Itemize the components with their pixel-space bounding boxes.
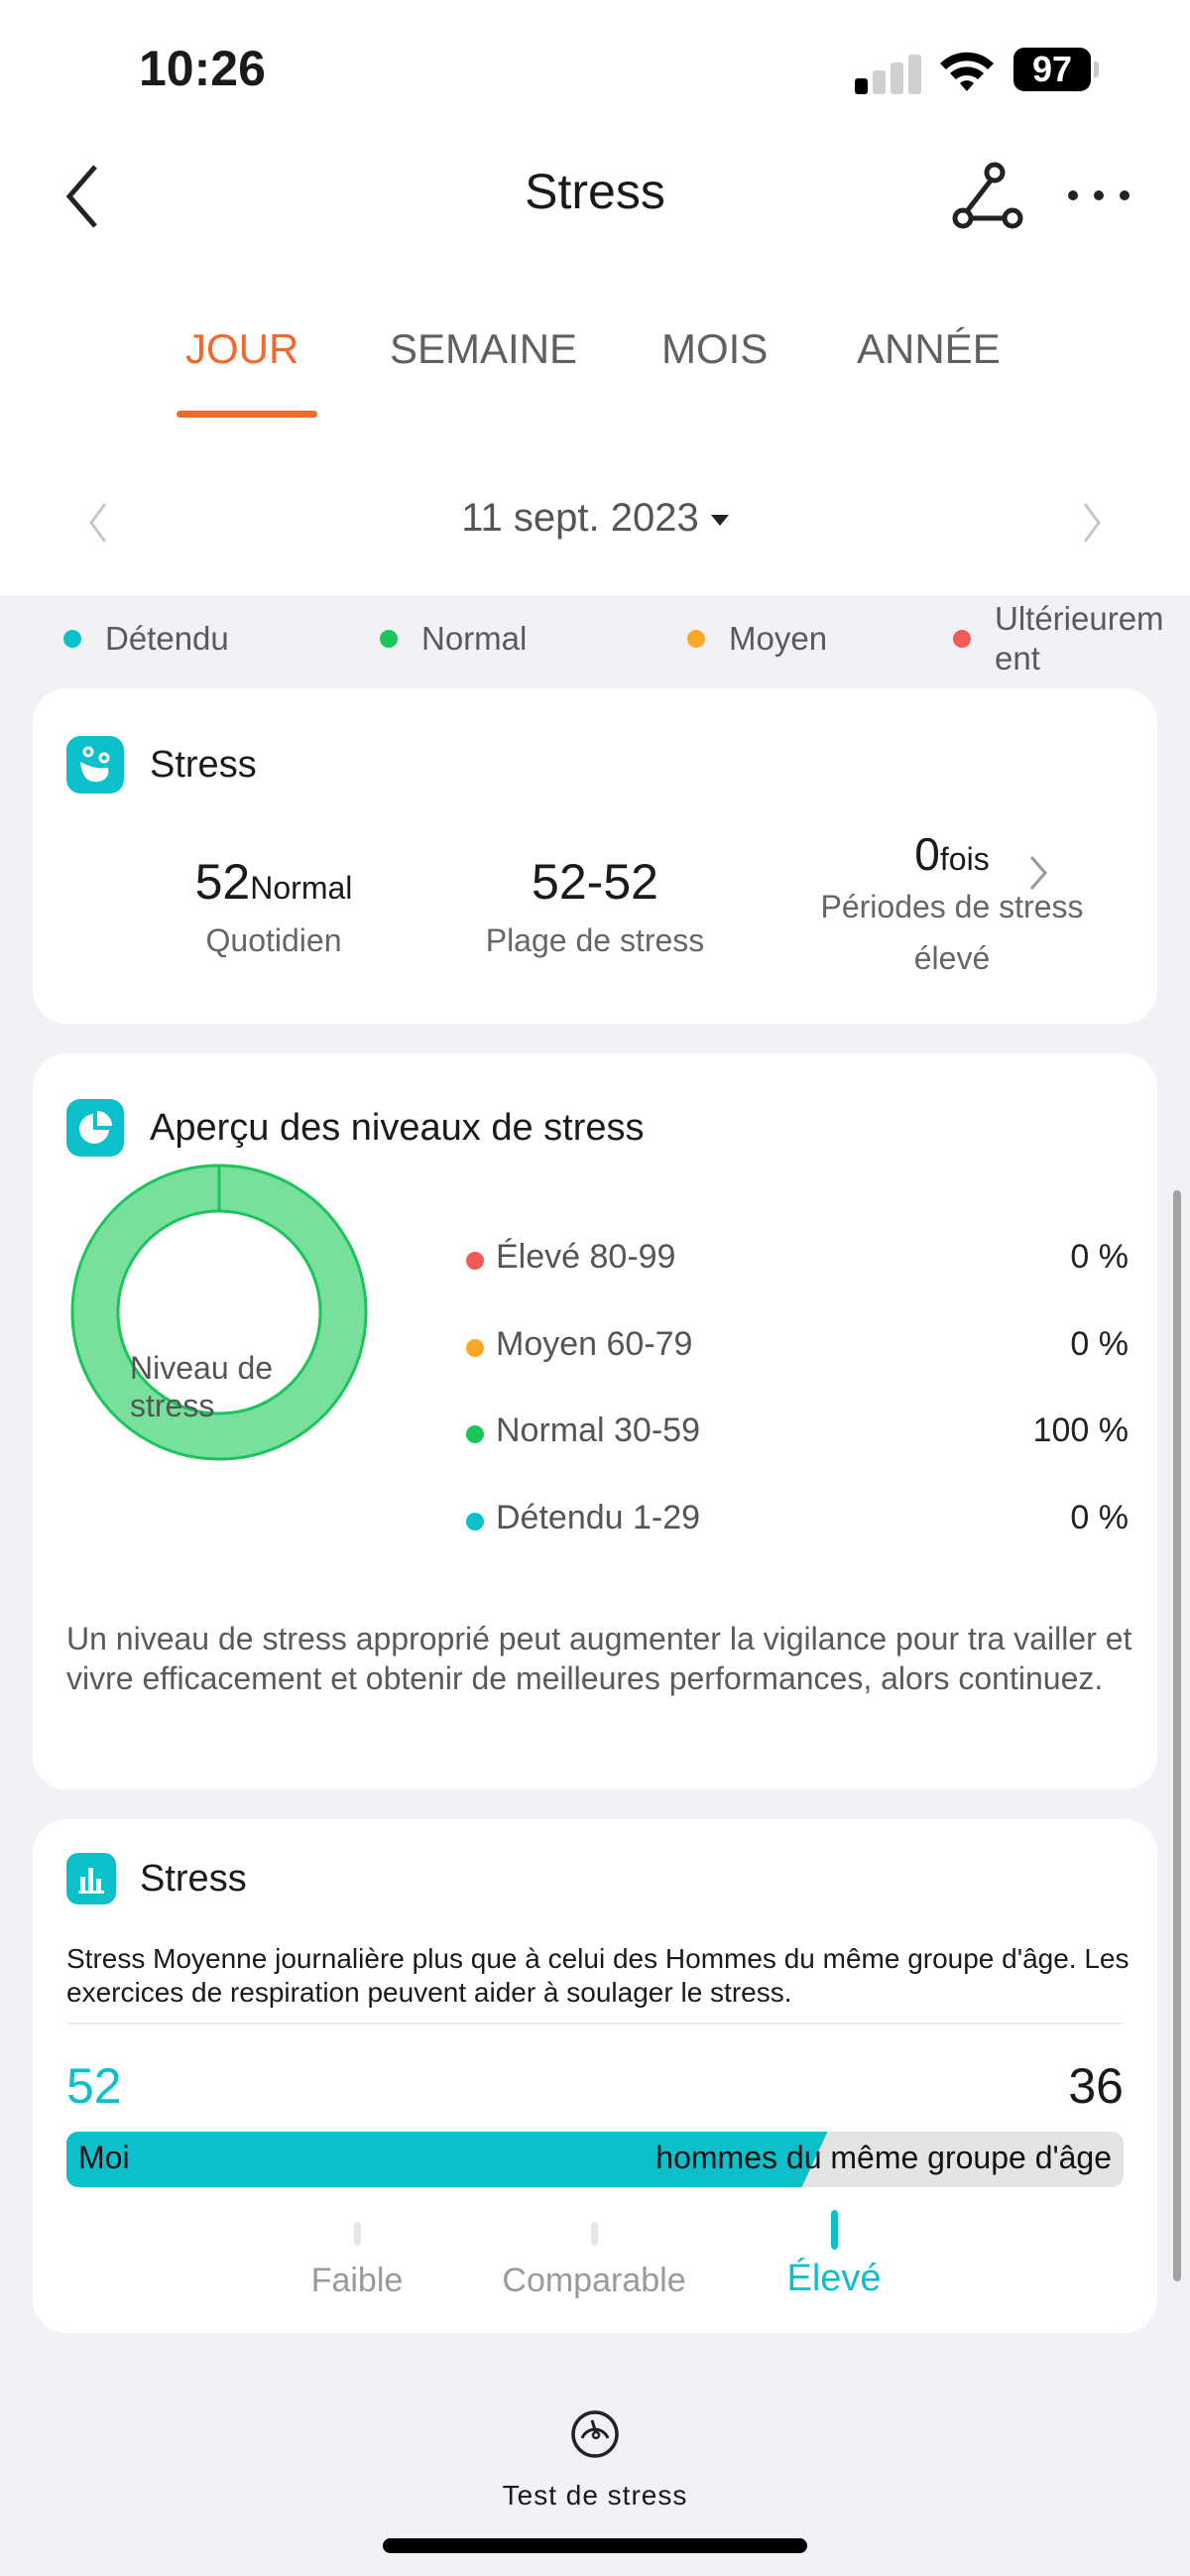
- scale-tick: [591, 2222, 598, 2246]
- tab-mois[interactable]: MOIS: [661, 325, 768, 373]
- level-row-detendu: Détendu 1-29 0 %: [434, 1495, 1129, 1544]
- stress-face-icon: [66, 736, 124, 794]
- scrollbar[interactable]: [1173, 1190, 1181, 2281]
- bar-label-peer: hommes du même groupe d'âge: [655, 2140, 1112, 2175]
- overview-description: Un niveau de stress approprié peut augme…: [66, 1621, 1132, 1696]
- stat-unit: Normal: [250, 870, 353, 906]
- status-time: 10:26: [139, 41, 266, 96]
- level-percent: 0 %: [1070, 1325, 1129, 1363]
- legend-label: Détendu: [105, 620, 229, 657]
- more-dots-icon[interactable]: [1061, 161, 1140, 230]
- bar-chart-icon: [66, 1853, 116, 1904]
- scale-tick-active: [831, 2210, 838, 2250]
- active-tab-indicator: [177, 411, 317, 418]
- stress-test-button[interactable]: Test de stress: [446, 2400, 744, 2519]
- card-header: Stress: [66, 736, 257, 794]
- nav-bar: Stress: [0, 139, 1190, 248]
- level-percent: 100 %: [1032, 1411, 1129, 1449]
- level-row-eleve: Élevé 80-99 0 %: [434, 1234, 1129, 1284]
- level-percent: 0 %: [1070, 1238, 1129, 1276]
- caret-down-icon: [710, 514, 729, 526]
- chevron-right-icon[interactable]: [1071, 498, 1111, 548]
- stat-range: 52-52 Plage de stress: [414, 853, 776, 966]
- level-row-moyen: Moyen 60-79 0 %: [434, 1321, 1129, 1371]
- comparison-text: Stress Moyenne journalière plus que à ce…: [66, 1943, 1130, 2008]
- tab-semaine[interactable]: SEMAINE: [390, 325, 577, 373]
- wifi-icon: [940, 52, 994, 91]
- stat-label: Plage de stress: [485, 922, 705, 958]
- legend-dot: [687, 630, 705, 648]
- date-picker[interactable]: 11 sept. 2023: [0, 496, 1190, 541]
- stress-legend: Détendu Normal Moyen Ultérieurem ent: [0, 595, 1190, 684]
- scale-tick: [354, 2222, 361, 2246]
- peer-stress-value: 36: [1068, 2058, 1124, 2114]
- level-percent: 0 %: [1070, 1499, 1129, 1536]
- share-nodes-icon[interactable]: [947, 161, 1026, 230]
- level-dot: [466, 1513, 484, 1531]
- donut-center-line: stress: [130, 1388, 215, 1423]
- battery-tip: [1094, 61, 1099, 77]
- card-header: Stress: [66, 1853, 247, 1904]
- scale-label-faible: Faible: [310, 2262, 404, 2299]
- tab-jour[interactable]: JOUR: [185, 325, 298, 373]
- stress-overview-card: Aperçu des niveaux de stress Niveau de s…: [33, 1053, 1157, 1789]
- card-title: Stress: [150, 743, 257, 786]
- pie-chart-icon: [66, 1099, 124, 1157]
- legend-label: Moyen: [729, 620, 828, 657]
- stat-value: 52-52: [532, 854, 658, 910]
- legend-item: Moyen: [687, 619, 827, 659]
- donut-center-line: Niveau de: [130, 1350, 274, 1386]
- legend-item: Détendu: [63, 619, 229, 659]
- status-bar: 10:26 97: [0, 0, 1190, 139]
- stat-label: élevé: [913, 940, 991, 976]
- legend-item: Normal: [380, 619, 527, 659]
- donut-center-label: Niveau de stress: [130, 1349, 273, 1424]
- stat-label: Quotidien: [205, 922, 342, 958]
- card-title: Aperçu des niveaux de stress: [150, 1106, 645, 1149]
- stat-high-periods[interactable]: 0fois Périodes de stress élevé: [767, 827, 1137, 984]
- stress-test-label: Test de stress: [502, 2480, 688, 2511]
- chevron-right-icon: [1029, 856, 1047, 890]
- home-indicator: [383, 2538, 807, 2553]
- legend-dot: [380, 630, 398, 648]
- level-name: Détendu 1-29: [496, 1499, 701, 1536]
- stat-value: 0: [914, 828, 940, 880]
- signal-icon: [855, 55, 924, 94]
- scale-label-eleve: Élevé: [786, 2258, 882, 2299]
- legend-dot: [953, 630, 971, 648]
- legend-label: ent: [995, 640, 1040, 676]
- card-title: Stress: [140, 1857, 247, 1900]
- level-dot: [466, 1425, 484, 1443]
- legend-label: Ultérieurem: [995, 600, 1164, 637]
- card-header: Aperçu des niveaux de stress: [66, 1099, 645, 1157]
- stat-value: 52: [194, 854, 251, 910]
- level-row-normal: Normal 30-59 100 %: [434, 1408, 1129, 1457]
- date-selector: 11 sept. 2023: [0, 476, 1190, 565]
- my-stress-value: 52: [66, 2058, 122, 2114]
- level-name: Normal 30-59: [496, 1411, 700, 1449]
- tab-annee[interactable]: ANNÉE: [857, 325, 1001, 373]
- comparison-bar: Moi hommes du même groupe d'âge: [66, 2132, 1124, 2187]
- divider: [66, 2023, 1124, 2024]
- period-tabs: JOUR SEMAINE MOIS ANNÉE: [0, 298, 1190, 427]
- stat-label: Périodes de stress: [820, 889, 1084, 924]
- level-name: Élevé 80-99: [496, 1238, 676, 1276]
- stress-summary-card: Stress 52Normal Quotidien 52-52 Plage de…: [33, 688, 1157, 1024]
- gauge-icon: [571, 2410, 619, 2458]
- level-dot: [466, 1252, 484, 1270]
- stat-unit: fois: [939, 841, 990, 877]
- legend-dot: [63, 630, 81, 648]
- bar-label-me: Moi: [78, 2140, 130, 2175]
- level-name: Moyen 60-79: [496, 1325, 693, 1363]
- battery-icon: 97: [1013, 48, 1091, 91]
- stat-daily: 52Normal Quotidien: [92, 853, 455, 966]
- legend-label: Normal: [421, 620, 528, 657]
- legend-item: Ultérieurem ent: [953, 599, 1164, 678]
- stress-comparison-card: Stress Stress Moyenne journalière plus q…: [33, 1819, 1157, 2333]
- date-text: 11 sept. 2023: [461, 496, 699, 540]
- scale-label-comparable: Comparable: [502, 2262, 686, 2299]
- level-dot: [466, 1339, 484, 1357]
